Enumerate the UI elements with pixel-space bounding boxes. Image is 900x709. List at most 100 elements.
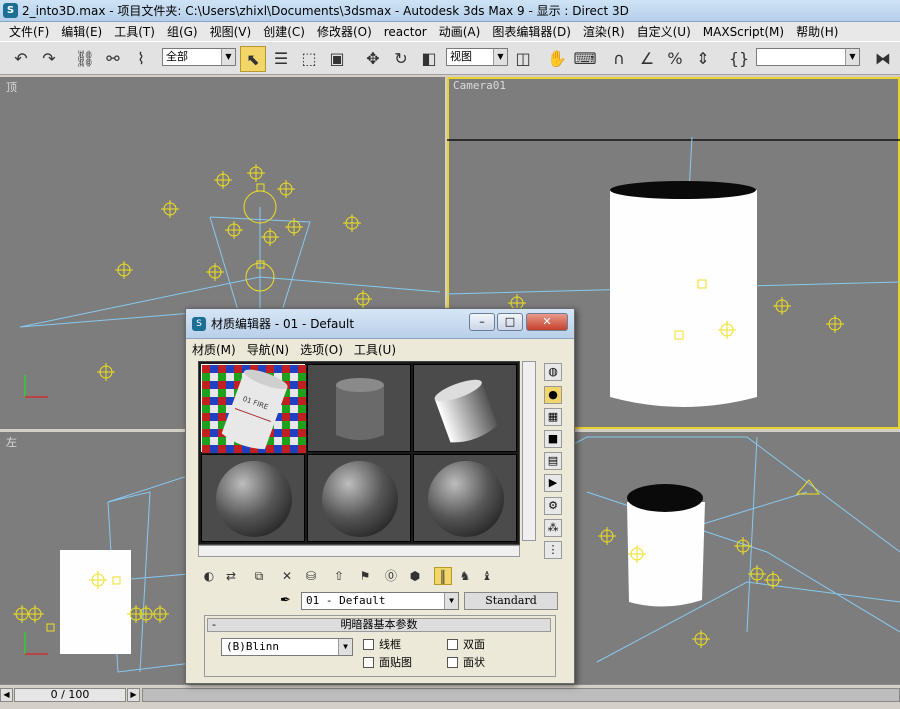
sample-slot-1[interactable]: 01 FIRE — [201, 364, 306, 453]
menu-edit[interactable]: 编辑(E) — [55, 23, 108, 40]
sample-type-icon[interactable]: ◍ — [544, 363, 562, 381]
menu-rendering[interactable]: 渲染(R) — [577, 23, 631, 40]
select-and-link-icon[interactable]: ⛓ — [72, 46, 98, 72]
get-material-icon[interactable]: ◐ — [200, 567, 218, 585]
time-slider-bar: ◀ 0 / 100 ▶ — [0, 684, 900, 709]
sample-slot-5[interactable] — [307, 454, 411, 542]
options-icon[interactable]: ⚙ — [544, 497, 562, 515]
viewport-label-left[interactable]: 左 — [6, 434, 17, 450]
3dsmax-app-icon[interactable]: S — [3, 3, 18, 18]
slots-vertical-scrollbar[interactable] — [522, 361, 536, 541]
select-object-icon[interactable]: ⬉ — [240, 46, 266, 72]
reset-map-icon[interactable]: ✕ — [278, 567, 296, 585]
material-editor-menu: 材质(M) 导航(N) 选项(O) 工具(U) — [186, 339, 574, 359]
sample-uv-tiling-icon[interactable]: ■ — [544, 430, 562, 448]
viewport-label-top[interactable]: 顶 — [6, 79, 17, 95]
put-to-scene-icon[interactable]: ⇄ — [222, 567, 240, 585]
material-editor-window: S 材质编辑器 - 01 - Default – □ ✕ 材质(M) 导航(N)… — [185, 308, 575, 684]
rectangular-selection-icon[interactable]: ⬚ — [296, 46, 322, 72]
maximize-button[interactable]: □ — [497, 313, 523, 331]
time-slider[interactable]: 0 / 100 — [14, 688, 126, 702]
menu-reactor[interactable]: reactor — [378, 25, 433, 39]
rollout-header[interactable]: - 明暗器基本参数 — [207, 618, 551, 632]
minimize-button[interactable]: – — [469, 313, 495, 331]
two-sided-checkbox[interactable]: 双面 — [447, 636, 485, 652]
select-and-manipulate-icon[interactable]: ✋ — [544, 46, 570, 72]
main-toolbar: ↶ ↷ ⛓ ⚯ ⌇ 全部 ▼ ⬉ ☰ ⬚ ▣ ✥ ↻ ◧ 视图 ▼ ◫ ✋ ⌨ ∩ … — [0, 41, 900, 75]
window-title-bar: S 2_into3D.max - 项目文件夹: C:\Users\zhixl\D… — [0, 0, 900, 22]
make-preview-icon[interactable]: ▶ — [544, 474, 562, 492]
material-map-navigator-icon[interactable]: ⋮ — [544, 541, 562, 559]
snaps-toggle-icon[interactable]: ∩ — [606, 46, 632, 72]
edit-named-selection-icon[interactable]: {} — [726, 46, 752, 72]
menu-modifiers[interactable]: 修改器(O) — [311, 23, 378, 40]
menu-customize[interactable]: 自定义(U) — [631, 23, 697, 40]
angle-snap-icon[interactable]: ∠ — [634, 46, 660, 72]
go-forward-to-sibling-icon[interactable]: ♞ — [456, 567, 474, 585]
sample-slot-4[interactable] — [201, 454, 305, 542]
sample-slot-2[interactable] — [307, 364, 411, 452]
me-menu-utilities[interactable]: 工具(U) — [354, 341, 396, 358]
assign-to-selection-icon[interactable]: ⧉ — [250, 567, 268, 585]
video-color-check-icon[interactable]: ▤ — [544, 452, 562, 470]
bind-space-warp-icon[interactable]: ⌇ — [128, 46, 154, 72]
wire-checkbox[interactable]: 线框 — [363, 636, 401, 652]
me-menu-material[interactable]: 材质(M) — [192, 341, 236, 358]
prev-frame-icon[interactable]: ◀ — [0, 688, 13, 702]
menu-bar: 文件(F) 编辑(E) 工具(T) 组(G) 视图(V) 创建(C) 修改器(O… — [0, 22, 900, 41]
viewport-label-camera[interactable]: Camera01 — [453, 79, 506, 92]
select-by-material-icon[interactable]: ⁂ — [544, 519, 562, 537]
redo-icon[interactable]: ↷ — [36, 46, 62, 72]
window-crossing-icon[interactable]: ▣ — [324, 46, 350, 72]
slots-horizontal-scrollbar[interactable] — [198, 545, 520, 557]
material-editor-app-icon[interactable]: S — [192, 316, 206, 331]
show-map-in-viewport-icon[interactable]: ⓪ — [382, 567, 400, 585]
material-editor-toolbar: ◐ ⇄ ⧉ ✕ ⛁ ⇧ ⚑ ⓪ ⬢ ║ ♞ ♝ — [198, 567, 498, 587]
make-unique-icon[interactable]: ⛁ — [302, 567, 320, 585]
unlink-icon[interactable]: ⚯ — [100, 46, 126, 72]
menu-file[interactable]: 文件(F) — [3, 23, 55, 40]
undo-icon[interactable]: ↶ — [8, 46, 34, 72]
go-to-parent-icon[interactable]: ║ — [434, 567, 452, 585]
menu-animation[interactable]: 动画(A) — [433, 23, 487, 40]
window-title: 2_into3D.max - 项目文件夹: C:\Users\zhixl\Doc… — [22, 4, 629, 18]
next-frame-icon[interactable]: ▶ — [127, 688, 140, 702]
select-and-rotate-icon[interactable]: ↻ — [388, 46, 414, 72]
select-by-name-icon[interactable]: ☰ — [268, 46, 294, 72]
pivot-center-icon[interactable]: ◫ — [510, 46, 536, 72]
menu-maxscript[interactable]: MAXScript(M) — [697, 25, 790, 39]
background-checker-icon[interactable]: ▦ — [544, 408, 562, 426]
sample-slot-3[interactable] — [413, 364, 517, 452]
select-and-move-icon[interactable]: ✥ — [360, 46, 386, 72]
percent-snap-icon[interactable]: % — [662, 46, 688, 72]
selection-filter-dropdown[interactable]: 全部 ▼ — [162, 48, 236, 66]
faceted-checkbox[interactable]: 面状 — [447, 654, 485, 670]
keyboard-shortcut-toggle-icon[interactable]: ⌨ — [572, 46, 598, 72]
me-menu-options[interactable]: 选项(O) — [300, 341, 343, 358]
timeline-track[interactable] — [142, 688, 900, 702]
spinner-snap-icon[interactable]: ⇕ — [690, 46, 716, 72]
close-button[interactable]: ✕ — [526, 313, 568, 331]
backlight-icon[interactable]: ● — [544, 386, 562, 404]
menu-tools[interactable]: 工具(T) — [108, 23, 161, 40]
shader-type-dropdown[interactable]: (B)Blinn ▼ — [221, 638, 353, 656]
menu-group[interactable]: 组(G) — [161, 23, 204, 40]
menu-help[interactable]: 帮助(H) — [790, 23, 844, 40]
material-id-icon[interactable]: ⚑ — [356, 567, 374, 585]
me-menu-navigation[interactable]: 导航(N) — [247, 341, 289, 358]
mirror-icon[interactable]: ⧓ — [870, 46, 896, 72]
reference-coordinate-dropdown[interactable]: 视图 ▼ — [446, 48, 508, 66]
menu-graph-editors[interactable]: 图表编辑器(D) — [486, 23, 577, 40]
eyedropper-icon[interactable]: ✒ — [280, 593, 291, 608]
menu-views[interactable]: 视图(V) — [204, 23, 258, 40]
face-map-checkbox[interactable]: 面贴图 — [363, 654, 412, 670]
material-name-dropdown[interactable]: 01 - Default ▼ — [301, 592, 459, 610]
select-and-scale-icon[interactable]: ◧ — [416, 46, 442, 72]
show-end-result-icon[interactable]: ⬢ — [406, 567, 424, 585]
named-selection-sets-dropdown[interactable]: ▼ — [756, 48, 860, 66]
sample-slot-6[interactable] — [413, 454, 517, 542]
put-to-library-icon[interactable]: ⇧ — [330, 567, 348, 585]
menu-create[interactable]: 创建(C) — [257, 23, 311, 40]
material-type-button[interactable]: Standard — [464, 592, 558, 610]
pick-material-icon[interactable]: ♝ — [478, 567, 496, 585]
